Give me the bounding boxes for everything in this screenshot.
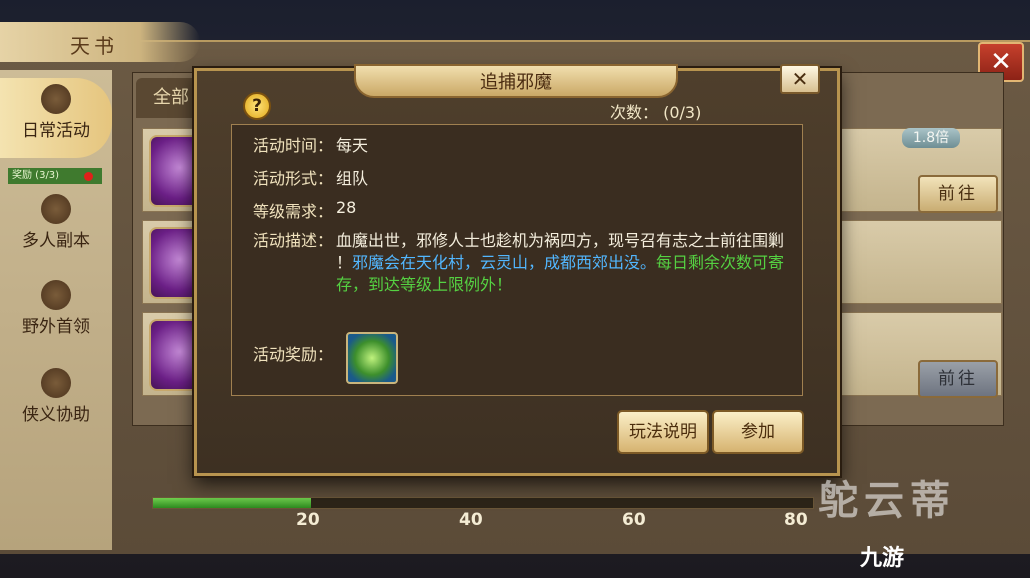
reward-item-icon[interactable] <box>346 332 398 384</box>
level-value: 28 <box>336 198 357 217</box>
progress-tick: 40 <box>459 510 483 530</box>
sidebar-item-label: 多人副本 <box>22 231 90 251</box>
sidebar: 日常活动 多人副本 野外首领 侠义协助 <box>0 70 112 550</box>
shield-icon <box>41 194 71 224</box>
sidebar-item-label: 侠义协助 <box>22 405 90 425</box>
rules-button[interactable]: 玩法说明 <box>617 410 709 454</box>
progress-fill <box>153 498 312 508</box>
demon-mask-icon <box>41 280 71 310</box>
progress-tick: 20 <box>296 510 320 530</box>
join-button[interactable]: 参加 <box>712 410 804 454</box>
notification-dot <box>84 172 93 181</box>
level-label: 等级需求： <box>253 202 334 221</box>
multiplier-badge: 1.8倍 <box>902 128 960 148</box>
attempt-count: 次数： (0/3) <box>610 99 701 123</box>
sidebar-item-daily[interactable]: 日常活动 <box>0 78 112 158</box>
window-title: 天书 <box>70 34 118 58</box>
time-label: 活动时间： <box>253 136 334 155</box>
sidebar-item-field-boss[interactable]: 野外首领 <box>0 274 112 354</box>
close-icon: ✕ <box>791 67 809 91</box>
description-line: ！邪魔会在天化村，云灵山，成都西郊出没。每日剩余次数可寄 <box>336 249 784 273</box>
note-text: 存，到达等级上限例外！ <box>336 275 513 294</box>
note-text: 每日剩余次数可寄 <box>656 253 785 272</box>
modal-close-button[interactable]: ✕ <box>780 64 820 94</box>
count-label: 次数： <box>610 103 659 122</box>
activity-progress-bar <box>152 497 814 509</box>
time-value: 每天 <box>336 136 369 155</box>
go-button[interactable]: 前往 <box>918 175 998 213</box>
form-label: 活动形式： <box>253 169 334 188</box>
form-value: 组队 <box>336 169 369 188</box>
description-text: ！ <box>336 253 353 272</box>
description-line: 血魔出世，邪修人士也趁机为祸四方，现号召有志之士前往围剿 <box>336 231 785 250</box>
sidebar-item-label: 野外首领 <box>22 317 90 337</box>
go-button[interactable]: 前往 <box>918 360 998 398</box>
watermark-brand: 九游 <box>860 546 905 571</box>
desc-label: 活动描述： <box>253 231 334 250</box>
sidebar-item-label: 日常活动 <box>22 121 90 141</box>
location-text: 邪魔会在天化村，云灵山，成都西郊出没。 <box>352 253 657 272</box>
modal-title: 追捕邪魔 <box>480 72 552 93</box>
hat-icon <box>41 368 71 398</box>
reward-label: 活动奖励： <box>253 345 334 364</box>
watermark-overlay: 鸵云蒂 <box>818 478 956 524</box>
scroll-icon <box>41 84 71 114</box>
count-value: (0/3) <box>663 103 702 122</box>
sidebar-item-dungeon[interactable]: 多人副本 <box>0 188 112 268</box>
progress-tick: 80 <box>784 510 808 530</box>
help-icon[interactable]: ? <box>243 92 271 120</box>
sidebar-item-assist[interactable]: 侠义协助 <box>0 362 112 442</box>
progress-tick: 60 <box>622 510 646 530</box>
